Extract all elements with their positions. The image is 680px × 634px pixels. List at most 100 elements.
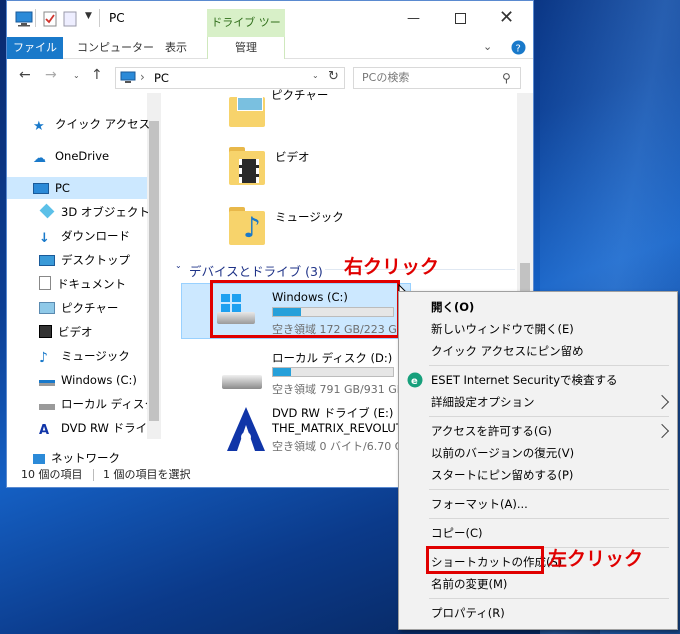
tab-view[interactable]: 表示 (165, 37, 187, 59)
back-icon[interactable]: ← (19, 67, 31, 83)
breadcrumb-separator-icon: › (140, 70, 145, 84)
nav-item-local-disk-d[interactable]: ローカル ディスク (D (39, 393, 147, 415)
music-icon: ♪ (39, 350, 48, 366)
collapse-chevron-icon[interactable]: ⌄ (175, 261, 182, 270)
address-dropdown-icon[interactable]: ⌄ (312, 71, 319, 80)
tab-file[interactable]: ファイル (7, 37, 63, 59)
music-icon: ♪ (243, 211, 261, 244)
context-menu: 開く(O) 新しいウィンドウで開く(E) クイック アクセスにピン留め e ES… (398, 291, 678, 630)
cloud-icon: ☁ (33, 151, 46, 166)
drive-tools-tab-header: ドライブ ツール (207, 9, 285, 57)
drive-icon (39, 380, 55, 386)
video-icon (239, 159, 259, 183)
nav-item-desktop[interactable]: デスクトップ (39, 249, 130, 271)
drive-d-name: ローカル ディスク (D:) (272, 351, 393, 365)
menu-item-open[interactable]: 開く(O) (431, 296, 474, 318)
new-folder-icon[interactable] (63, 11, 77, 27)
nav-item-pc[interactable]: PC (33, 177, 70, 199)
dvd-icon: A (39, 423, 50, 438)
menu-item-rename[interactable]: 名前の変更(M) (431, 573, 507, 595)
computer-icon (120, 71, 136, 83)
submenu-arrow-icon (654, 394, 670, 410)
menu-separator (429, 365, 669, 366)
menu-item-format[interactable]: フォーマット(A)... (431, 493, 528, 515)
nav-item-dvd-e[interactable]: ADVD RW ドライブ ( (39, 417, 147, 439)
nav-item-documents[interactable]: ドキュメント (39, 273, 126, 295)
drive-d-usage-fill (273, 368, 291, 376)
quick-access-dropdown-icon[interactable]: ▼ (85, 11, 92, 21)
ribbon-expand-icon[interactable]: ⌄ (483, 40, 492, 53)
menu-item-advanced-options[interactable]: 詳細設定オプション (431, 391, 535, 413)
minimize-icon[interactable]: — (407, 11, 420, 26)
svg-text:?: ? (516, 44, 521, 55)
window-title: PC (109, 11, 125, 25)
menu-item-pin-quick-access[interactable]: クイック アクセスにピン留め (431, 340, 584, 362)
download-icon: ↓ (39, 231, 50, 246)
menu-item-eset-scan[interactable]: ESET Internet Securityで検査する (431, 369, 618, 391)
drive-d-icon (222, 367, 262, 393)
drive-body (222, 375, 262, 389)
status-item-count: 10 個の項目 (21, 468, 83, 481)
nav-item-windows-c[interactable]: Windows (C:) (39, 369, 137, 391)
divider (35, 9, 36, 27)
picture-icon (39, 302, 55, 314)
drive-icon (39, 404, 55, 410)
menu-item-properties[interactable]: プロパティ(R) (431, 602, 505, 624)
annotation-box-create-shortcut (426, 546, 544, 574)
annotation-left-click: 左クリック (548, 548, 644, 570)
tab-manage[interactable]: 管理 (207, 37, 285, 59)
status-selected-count: 1 個の項目を選択 (103, 468, 191, 481)
title-bar: ▼ PC ドライブ ツール — ✕ (7, 1, 533, 57)
document-icon (39, 276, 51, 290)
address-field[interactable]: › PC ⌄ ↻ (115, 67, 345, 89)
nav-item-onedrive[interactable]: ☁ OneDrive (33, 145, 109, 167)
properties-icon[interactable] (43, 11, 57, 27)
drive-e-label: THE_MATRIX_REVOLUTIO (272, 421, 416, 435)
nav-scrollbar-thumb[interactable] (149, 121, 159, 421)
menu-separator (429, 416, 669, 417)
drive-d-usage-bar (272, 367, 394, 377)
maximize-icon[interactable] (455, 13, 466, 24)
cube-icon (39, 203, 55, 219)
refresh-icon[interactable]: ↻ (328, 69, 339, 84)
search-input[interactable]: PCの検索 ⚲ (353, 67, 521, 89)
menu-item-open-new-window[interactable]: 新しいウィンドウで開く(E) (431, 318, 574, 340)
menu-item-give-access[interactable]: アクセスを許可する(G) (431, 420, 552, 442)
menu-item-copy[interactable]: コピー(C) (431, 522, 483, 544)
tab-computer[interactable]: コンピューター (77, 37, 154, 59)
annotation-box-drive-c (210, 280, 400, 338)
drive-e-name: DVD RW ドライブ (E:) (272, 406, 394, 420)
address-bar-row: ← → ⌄ ↑ › PC ⌄ ↻ PCの検索 ⚲ (7, 61, 533, 93)
divider (93, 469, 94, 481)
desktop-icon (39, 255, 55, 266)
menu-item-pin-start[interactable]: スタートにピン留めする(P) (431, 464, 573, 486)
menu-separator (429, 489, 669, 490)
nav-item-downloads[interactable]: ↓ ダウンロード (39, 225, 130, 247)
computer-icon (33, 183, 49, 194)
dvd-drive-icon (227, 407, 265, 451)
nav-item-videos[interactable]: ビデオ (39, 321, 93, 343)
svg-text:e: e (411, 376, 418, 387)
close-icon[interactable]: ✕ (499, 7, 514, 28)
star-icon: ★ (33, 119, 45, 134)
menu-separator (429, 518, 669, 519)
nav-item-music[interactable]: ♪ ミュージック (39, 345, 130, 367)
picture-icon (237, 97, 263, 111)
video-icon (39, 325, 52, 338)
help-icon[interactable]: ? (511, 40, 526, 55)
drive-d-free: 空き領域 791 GB/931 GB (272, 383, 405, 396)
address-text: PC (154, 71, 169, 85)
nav-item-pictures[interactable]: ピクチャー (39, 297, 118, 319)
section-header-devices: デバイスとドライブ (3) (189, 264, 323, 279)
eset-icon: e (407, 372, 423, 388)
nav-selection-highlight (7, 177, 147, 199)
nav-item-3d-objects[interactable]: 3D オブジェクト (39, 201, 150, 223)
forward-icon[interactable]: → (45, 67, 57, 83)
divider (99, 9, 100, 27)
submenu-arrow-icon (654, 423, 670, 439)
recent-locations-icon[interactable]: ⌄ (73, 71, 80, 80)
search-icon: ⚲ (502, 71, 511, 85)
nav-item-quick-access[interactable]: ★ クイック アクセス (33, 113, 150, 135)
up-icon[interactable]: ↑ (91, 67, 103, 83)
menu-item-restore-previous[interactable]: 以前のバージョンの復元(V) (431, 442, 574, 464)
